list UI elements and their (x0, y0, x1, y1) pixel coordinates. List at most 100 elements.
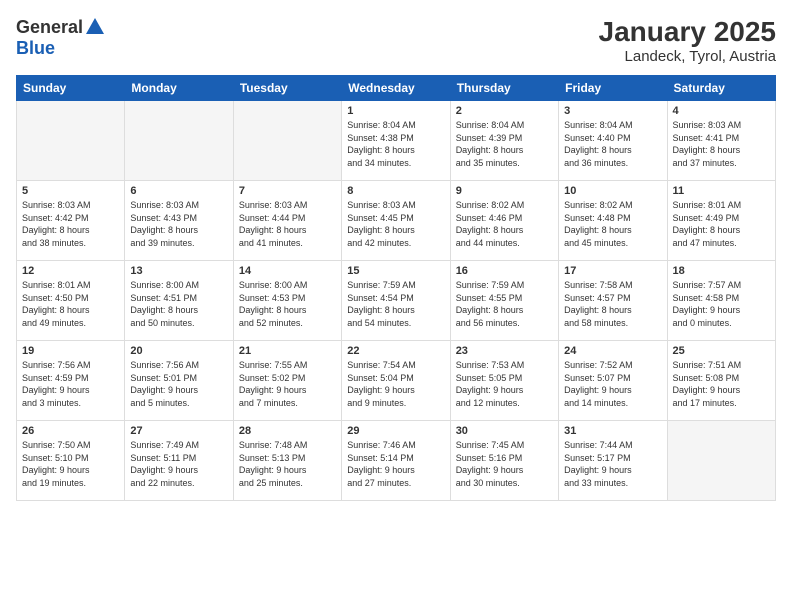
day-number: 12 (22, 265, 119, 277)
day-info: Sunrise: 7:46 AM Sunset: 5:14 PM Dayligh… (347, 439, 444, 489)
day-number: 10 (564, 185, 661, 197)
day-info: Sunrise: 8:03 AM Sunset: 4:42 PM Dayligh… (22, 199, 119, 249)
day-number: 17 (564, 265, 661, 277)
day-number: 29 (347, 425, 444, 437)
calendar-week-3: 12 Sunrise: 8:01 AM Sunset: 4:50 PM Dayli… (17, 261, 776, 341)
day-number: 11 (673, 185, 770, 197)
day-info: Sunrise: 7:51 AM Sunset: 5:08 PM Dayligh… (673, 359, 770, 409)
day-number: 30 (456, 425, 553, 437)
day-info: Sunrise: 8:04 AM Sunset: 4:40 PM Dayligh… (564, 119, 661, 169)
day-number: 8 (347, 185, 444, 197)
day-number: 22 (347, 345, 444, 357)
day-info: Sunrise: 7:55 AM Sunset: 5:02 PM Dayligh… (239, 359, 336, 409)
table-row: 20 Sunrise: 7:56 AM Sunset: 5:01 PM Dayli… (125, 341, 233, 421)
table-row: 23Sunrise: 7:53 AM Sunset: 5:05 PM Dayli… (450, 341, 558, 421)
th-thursday: Thursday (450, 76, 558, 101)
table-row: 16Sunrise: 7:59 AM Sunset: 4:55 PM Dayli… (450, 261, 558, 341)
page: General Blue January 2025 Landeck, Tyrol… (0, 0, 792, 612)
day-info: Sunrise: 7:56 AM Sunset: 5:01 PM Dayligh… (130, 359, 227, 409)
table-row (667, 421, 775, 501)
day-number: 18 (673, 265, 770, 277)
table-row: 25 Sunrise: 7:51 AM Sunset: 5:08 PM Dayli… (667, 341, 775, 421)
table-row (17, 101, 125, 181)
table-row: 11 Sunrise: 8:01 AM Sunset: 4:49 PM Dayli… (667, 181, 775, 261)
table-row: 10 Sunrise: 8:02 AM Sunset: 4:48 PM Dayli… (559, 181, 667, 261)
day-info: Sunrise: 8:01 AM Sunset: 4:50 PM Dayligh… (22, 279, 119, 329)
day-info: Sunrise: 7:54 AM Sunset: 5:04 PM Dayligh… (347, 359, 444, 409)
th-saturday: Saturday (667, 76, 775, 101)
calendar-week-1: 1 Sunrise: 8:04 AM Sunset: 4:38 PM Daylig… (17, 101, 776, 181)
header-row: Sunday Monday Tuesday Wednesday Thursday… (17, 76, 776, 101)
day-number: 24 (564, 345, 661, 357)
day-info: Sunrise: 8:03 AM Sunset: 4:45 PM Dayligh… (347, 199, 444, 249)
day-info: Sunrise: 8:04 AM Sunset: 4:39 PM Dayligh… (456, 119, 553, 169)
day-info: Sunrise: 7:48 AM Sunset: 5:13 PM Dayligh… (239, 439, 336, 489)
day-info: Sunrise: 8:00 AM Sunset: 4:51 PM Dayligh… (130, 279, 227, 329)
day-number: 26 (22, 425, 119, 437)
day-number: 15 (347, 265, 444, 277)
day-info: Sunrise: 8:00 AM Sunset: 4:53 PM Dayligh… (239, 279, 336, 329)
table-row: 14 Sunrise: 8:00 AM Sunset: 4:53 PM Dayli… (233, 261, 341, 341)
table-row: 5 Sunrise: 8:03 AM Sunset: 4:42 PM Daylig… (17, 181, 125, 261)
day-number: 27 (130, 425, 227, 437)
day-info: Sunrise: 7:59 AM Sunset: 4:54 PM Dayligh… (347, 279, 444, 329)
calendar-week-4: 19Sunrise: 7:56 AM Sunset: 4:59 PM Dayli… (17, 341, 776, 421)
logo: General Blue (16, 16, 107, 59)
th-tuesday: Tuesday (233, 76, 341, 101)
day-info: Sunrise: 7:57 AM Sunset: 4:58 PM Dayligh… (673, 279, 770, 329)
logo-icon (84, 16, 106, 38)
day-number: 21 (239, 345, 336, 357)
day-number: 31 (564, 425, 661, 437)
day-info: Sunrise: 7:45 AM Sunset: 5:16 PM Dayligh… (456, 439, 553, 489)
day-number: 9 (456, 185, 553, 197)
day-number: 14 (239, 265, 336, 277)
day-info: Sunrise: 8:03 AM Sunset: 4:41 PM Dayligh… (673, 119, 770, 169)
day-info: Sunrise: 8:01 AM Sunset: 4:49 PM Dayligh… (673, 199, 770, 249)
day-number: 13 (130, 265, 227, 277)
table-row (125, 101, 233, 181)
day-info: Sunrise: 8:03 AM Sunset: 4:43 PM Dayligh… (130, 199, 227, 249)
table-row: 18 Sunrise: 7:57 AM Sunset: 4:58 PM Dayli… (667, 261, 775, 341)
day-number: 1 (347, 105, 444, 117)
table-row: 9 Sunrise: 8:02 AM Sunset: 4:46 PM Daylig… (450, 181, 558, 261)
calendar-week-2: 5 Sunrise: 8:03 AM Sunset: 4:42 PM Daylig… (17, 181, 776, 261)
day-number: 5 (22, 185, 119, 197)
title-block: January 2025 Landeck, Tyrol, Austria (599, 16, 776, 65)
table-row: 2 Sunrise: 8:04 AM Sunset: 4:39 PM Daylig… (450, 101, 558, 181)
day-number: 7 (239, 185, 336, 197)
day-info: Sunrise: 8:02 AM Sunset: 4:48 PM Dayligh… (564, 199, 661, 249)
day-number: 2 (456, 105, 553, 117)
calendar-table: Sunday Monday Tuesday Wednesday Thursday… (16, 75, 776, 501)
table-row: 7 Sunrise: 8:03 AM Sunset: 4:44 PM Daylig… (233, 181, 341, 261)
day-number: 3 (564, 105, 661, 117)
table-row: 30 Sunrise: 7:45 AM Sunset: 5:16 PM Dayli… (450, 421, 558, 501)
calendar-week-5: 26Sunrise: 7:50 AM Sunset: 5:10 PM Dayli… (17, 421, 776, 501)
day-info: Sunrise: 8:03 AM Sunset: 4:44 PM Dayligh… (239, 199, 336, 249)
th-sunday: Sunday (17, 76, 125, 101)
header: General Blue January 2025 Landeck, Tyrol… (16, 16, 776, 65)
day-info: Sunrise: 7:53 AM Sunset: 5:05 PM Dayligh… (456, 359, 553, 409)
table-row: 29 Sunrise: 7:46 AM Sunset: 5:14 PM Dayli… (342, 421, 450, 501)
table-row: 17 Sunrise: 7:58 AM Sunset: 4:57 PM Dayli… (559, 261, 667, 341)
table-row: 6Sunrise: 8:03 AM Sunset: 4:43 PM Daylig… (125, 181, 233, 261)
table-row: 15 Sunrise: 7:59 AM Sunset: 4:54 PM Dayli… (342, 261, 450, 341)
day-number: 4 (673, 105, 770, 117)
table-row: 13 Sunrise: 8:00 AM Sunset: 4:51 PM Dayli… (125, 261, 233, 341)
table-row: 4 Sunrise: 8:03 AM Sunset: 4:41 PM Daylig… (667, 101, 775, 181)
table-row: 19Sunrise: 7:56 AM Sunset: 4:59 PM Dayli… (17, 341, 125, 421)
day-info: Sunrise: 8:04 AM Sunset: 4:38 PM Dayligh… (347, 119, 444, 169)
table-row: 27Sunrise: 7:49 AM Sunset: 5:11 PM Dayli… (125, 421, 233, 501)
day-number: 25 (673, 345, 770, 357)
table-row: 3 Sunrise: 8:04 AM Sunset: 4:40 PM Daylig… (559, 101, 667, 181)
day-number: 20 (130, 345, 227, 357)
day-info: Sunrise: 7:59 AM Sunset: 4:55 PM Dayligh… (456, 279, 553, 329)
day-info: Sunrise: 7:44 AM Sunset: 5:17 PM Dayligh… (564, 439, 661, 489)
logo-general: General (16, 17, 83, 38)
day-info: Sunrise: 7:52 AM Sunset: 5:07 PM Dayligh… (564, 359, 661, 409)
th-wednesday: Wednesday (342, 76, 450, 101)
table-row (233, 101, 341, 181)
table-row: 21 Sunrise: 7:55 AM Sunset: 5:02 PM Dayli… (233, 341, 341, 421)
day-info: Sunrise: 7:58 AM Sunset: 4:57 PM Dayligh… (564, 279, 661, 329)
day-info: Sunrise: 8:02 AM Sunset: 4:46 PM Dayligh… (456, 199, 553, 249)
table-row: 24 Sunrise: 7:52 AM Sunset: 5:07 PM Dayli… (559, 341, 667, 421)
